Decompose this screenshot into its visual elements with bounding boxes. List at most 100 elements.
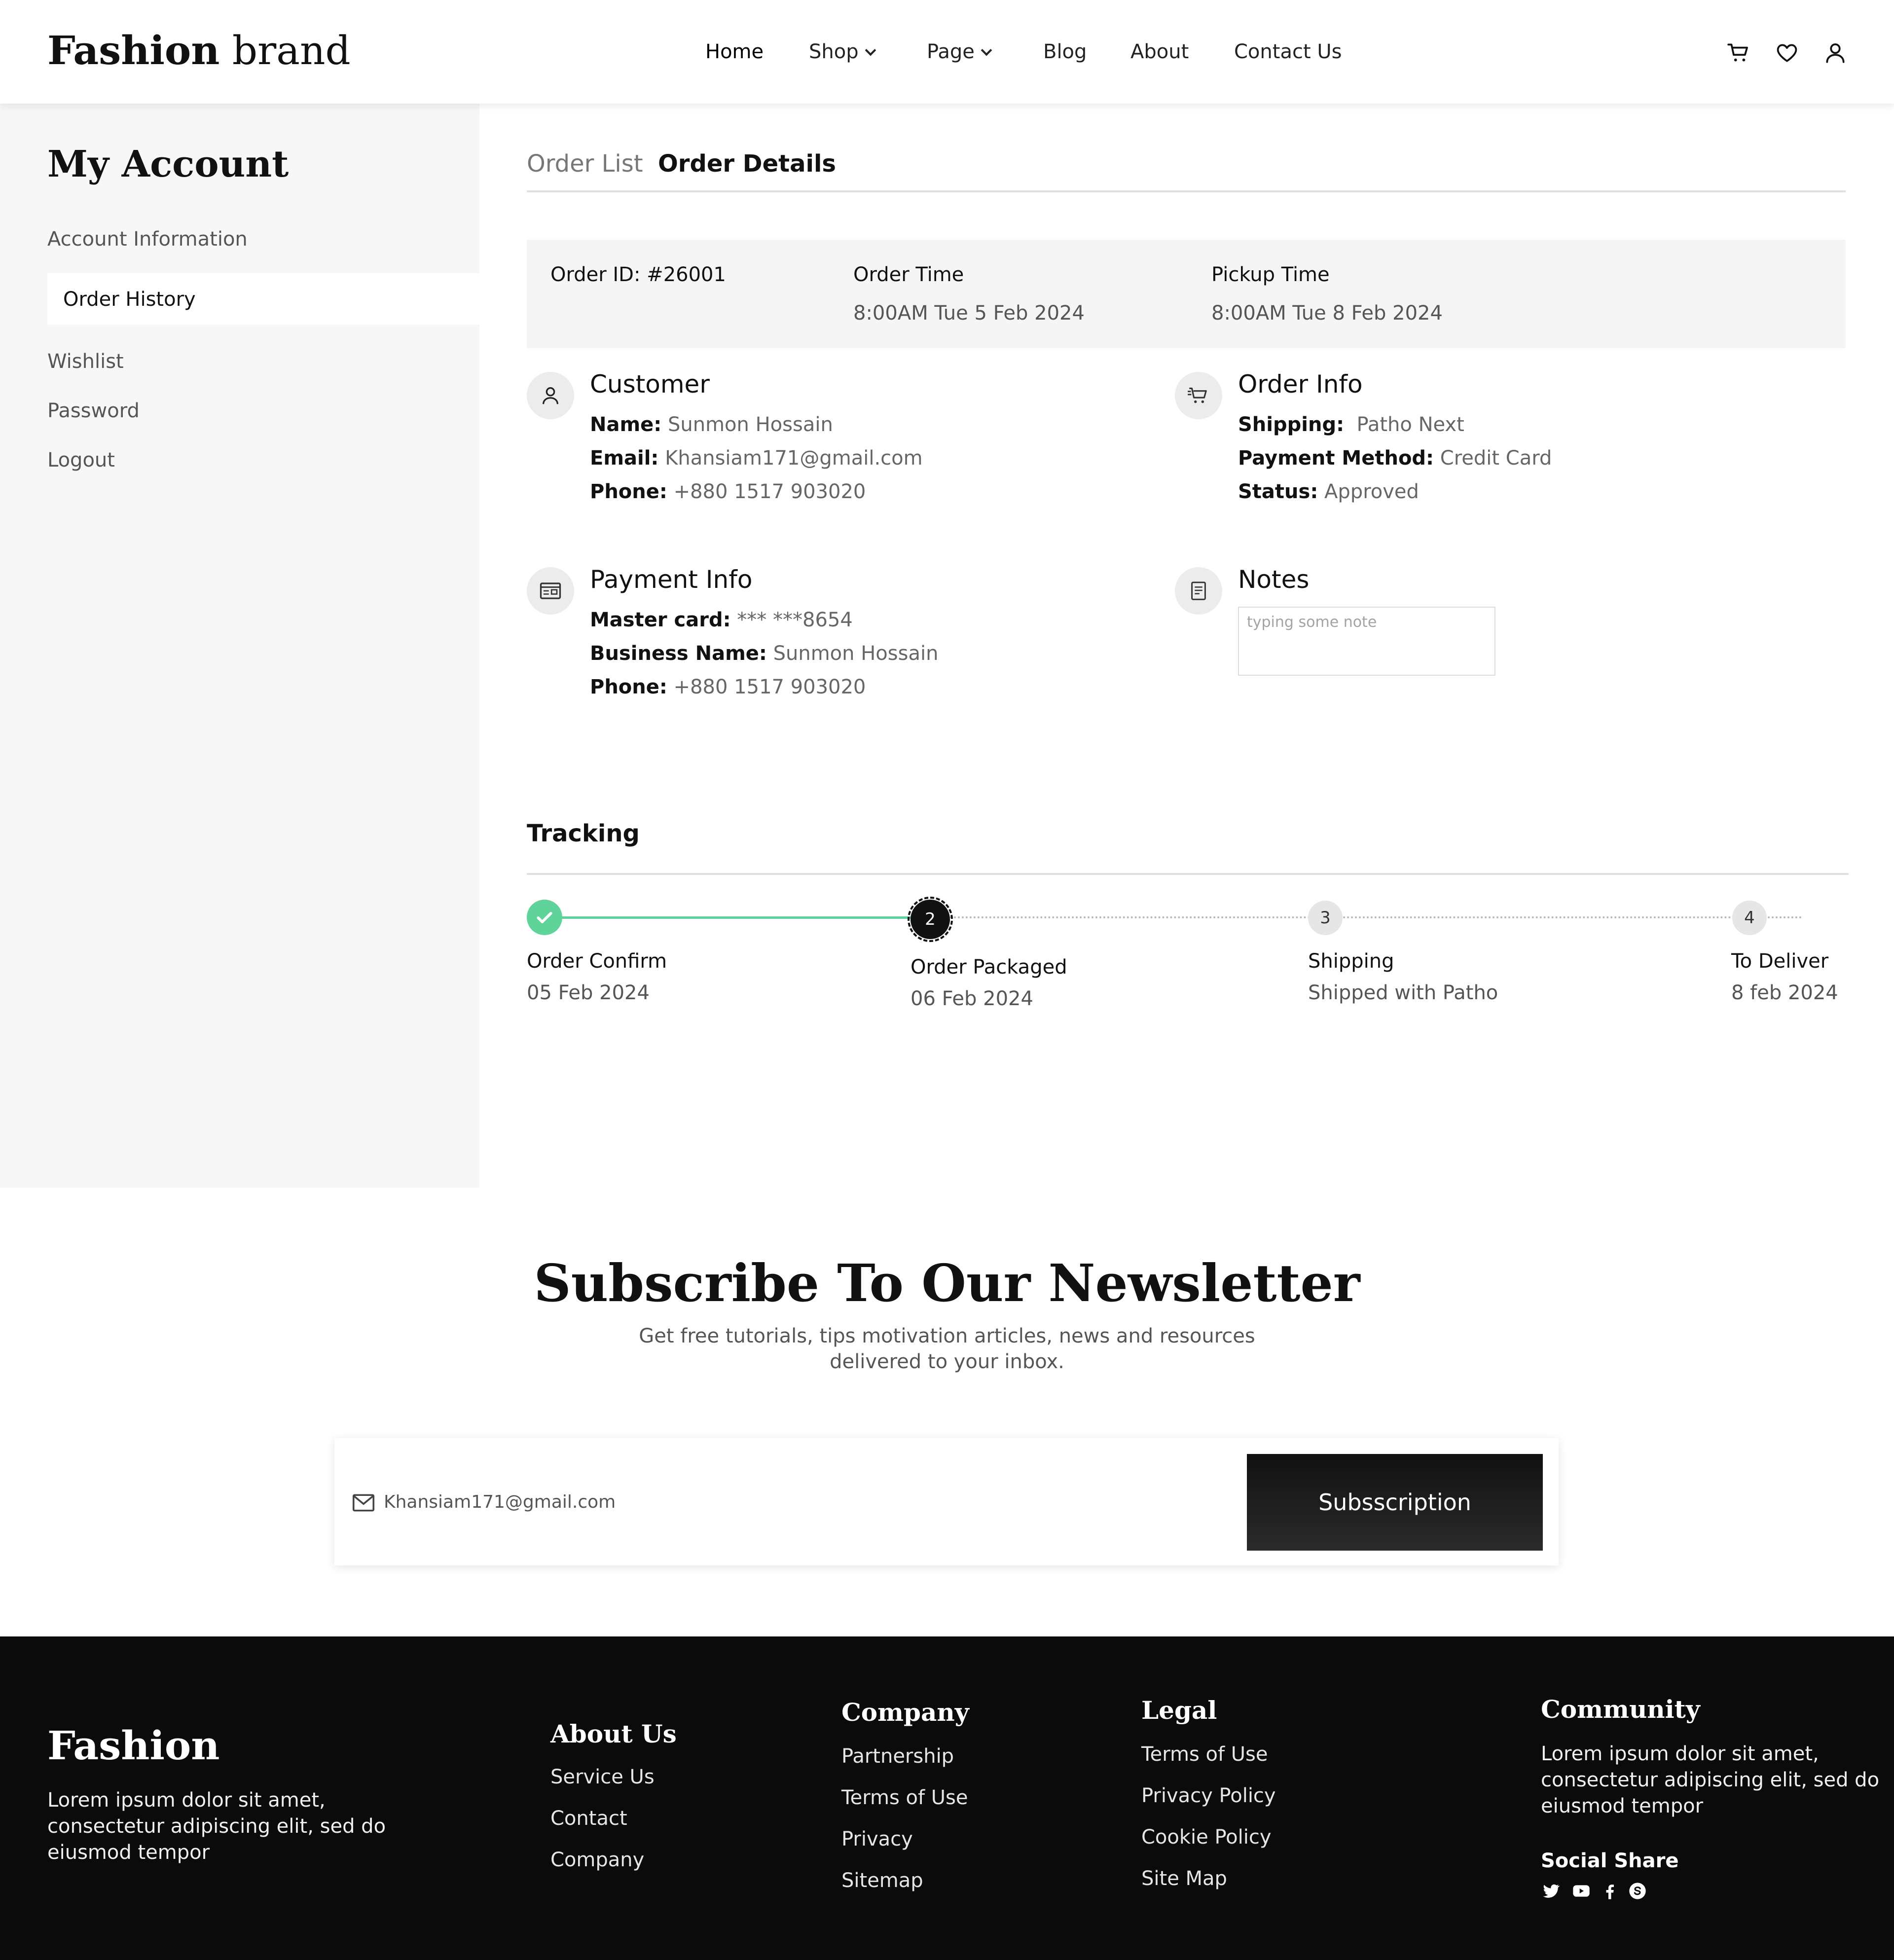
nav-page[interactable]: Page — [927, 40, 992, 63]
footer-link-cookie-policy[interactable]: Cookie Policy — [1141, 1826, 1272, 1849]
notes-title: Notes — [1238, 565, 1310, 594]
nav-blog[interactable]: Blog — [1043, 40, 1087, 63]
footer-logo: Fashion — [47, 1722, 220, 1769]
payment-phone-value: +880 1517 903020 — [673, 676, 866, 698]
site-header: Fashion brand Home Shop Page Blog About … — [0, 0, 1894, 104]
status-value: Approved — [1324, 480, 1419, 503]
business-name-value: Sunmon Hossain — [773, 642, 939, 665]
customer-email-label: Email: — [590, 447, 659, 470]
customer-email: Khansiam171@gmail.com — [665, 447, 923, 470]
footer-about-title: About Us — [550, 1719, 677, 1748]
footer-link-service-us[interactable]: Service Us — [550, 1766, 655, 1788]
step-3-label: Shipping — [1308, 950, 1394, 973]
step-4-date: 8 feb 2024 — [1731, 981, 1838, 1004]
brand-logo[interactable]: Fashion brand — [47, 27, 351, 73]
footer-brand-text-line: consectetur adipiscing elit, sed do — [47, 1815, 386, 1838]
shipping-label: Shipping: — [1238, 413, 1345, 436]
step-4-dot: 4 — [1732, 901, 1767, 935]
step-3-number: 3 — [1320, 908, 1331, 928]
tracking-divider — [527, 873, 1849, 875]
customer-icon — [527, 372, 574, 419]
step-2-date: 06 Feb 2024 — [911, 987, 1033, 1010]
nav-contact[interactable]: Contact Us — [1234, 40, 1342, 63]
tab-divider — [527, 190, 1846, 192]
customer-name-row: Name: Sunmon Hossain — [590, 413, 833, 436]
site-footer: Fashion Lorem ipsum dolor sit amet, cons… — [0, 1636, 1894, 1960]
payment-method-label: Payment Method: — [1238, 447, 1434, 470]
nav-about-label: About — [1130, 40, 1189, 63]
nav-home[interactable]: Home — [705, 40, 764, 63]
payment-phone-row: Phone: +880 1517 903020 — [590, 676, 866, 698]
step-4-number: 4 — [1744, 908, 1755, 928]
subscribe-button[interactable]: Subsscription — [1247, 1454, 1543, 1551]
chevron-down-icon — [981, 44, 992, 56]
newsletter-email-input[interactable] — [384, 1486, 1173, 1518]
step-4-label: To Deliver — [1731, 950, 1829, 973]
shipping-row: Shipping: Patho Next — [1238, 413, 1464, 436]
payment-method-value: Credit Card — [1440, 447, 1552, 470]
user-icon[interactable] — [1823, 40, 1848, 65]
order-info-title: Order Info — [1238, 370, 1363, 399]
nav-about[interactable]: About — [1130, 40, 1189, 63]
footer-brand-text-line: eiusmod tempor — [47, 1841, 210, 1864]
sidebar-item-password[interactable]: Password — [47, 399, 140, 422]
step-1-label: Order Confirm — [527, 950, 667, 973]
order-time-value: 8:00AM Tue 5 Feb 2024 — [853, 302, 1085, 325]
sidebar-item-account-information[interactable]: Account Information — [47, 228, 248, 251]
footer-community-text-line: consectetur adipiscing elit, sed do — [1541, 1769, 1880, 1791]
order-summary: Order ID: #26001 Order Time 8:00AM Tue 5… — [527, 240, 1846, 348]
footer-community-title: Community — [1541, 1695, 1700, 1724]
order-id: Order ID: #26001 — [550, 263, 726, 286]
step-2-label: Order Packaged — [911, 956, 1067, 979]
youtube-icon[interactable] — [1571, 1881, 1591, 1901]
account-sidebar: My Account Account Information Order His… — [0, 104, 479, 1188]
footer-link-site-map[interactable]: Site Map — [1141, 1867, 1227, 1890]
footer-link-privacy[interactable]: Privacy — [841, 1828, 913, 1851]
mail-icon — [352, 1494, 375, 1512]
sidebar-item-order-history[interactable]: Order History — [47, 273, 479, 325]
nav-shop-label: Shop — [809, 40, 859, 63]
twitter-icon[interactable] — [1541, 1881, 1561, 1901]
skype-icon[interactable] — [1628, 1881, 1647, 1901]
nav-shop[interactable]: Shop — [809, 40, 876, 63]
customer-name-label: Name: — [590, 413, 662, 436]
customer-name: Sunmon Hossain — [668, 413, 833, 436]
brand-name-light: brand — [232, 28, 351, 73]
pickup-time-label: Pickup Time — [1211, 263, 1330, 286]
footer-legal-title: Legal — [1141, 1696, 1217, 1725]
tracking-pending-line — [950, 916, 1802, 918]
heart-icon[interactable] — [1775, 40, 1799, 65]
step-3-sub: Shipped with Patho — [1308, 981, 1498, 1004]
notes-textarea[interactable] — [1238, 607, 1495, 676]
business-name-label: Business Name: — [590, 642, 767, 665]
status-row: Status: Approved — [1238, 480, 1419, 503]
facebook-icon[interactable] — [1600, 1881, 1620, 1901]
footer-link-company[interactable]: Company — [550, 1849, 644, 1871]
business-name-row: Business Name: Sunmon Hossain — [590, 642, 938, 665]
pickup-time-value: 8:00AM Tue 8 Feb 2024 — [1211, 302, 1443, 325]
footer-link-partnership[interactable]: Partnership — [841, 1745, 954, 1768]
check-icon — [527, 900, 562, 935]
sidebar-item-label: Order History — [63, 288, 196, 311]
newsletter-subtitle-line1: Get free tutorials, tips motivation arti… — [639, 1325, 1255, 1347]
status-label: Status: — [1238, 480, 1318, 503]
footer-link-terms-of-use[interactable]: Terms of Use — [1141, 1743, 1268, 1766]
footer-link-contact[interactable]: Contact — [550, 1807, 627, 1830]
chevron-down-icon — [865, 44, 876, 56]
footer-brand-text-line: Lorem ipsum dolor sit amet, — [47, 1789, 326, 1812]
footer-brand-text: Lorem ipsum dolor sit amet, consectetur … — [47, 1787, 386, 1866]
payment-method-row: Payment Method: Credit Card — [1238, 447, 1552, 470]
cart-icon[interactable] — [1726, 40, 1751, 65]
step-2-number: 2 — [925, 909, 936, 929]
footer-link-privacy-policy[interactable]: Privacy Policy — [1141, 1784, 1276, 1807]
footer-link-sitemap[interactable]: Sitemap — [841, 1869, 923, 1892]
sidebar-item-wishlist[interactable]: Wishlist — [47, 350, 124, 373]
master-card-row: Master card: *** ***8654 — [590, 609, 853, 631]
payment-phone-label: Phone: — [590, 676, 667, 698]
customer-title: Customer — [590, 370, 710, 399]
tab-order-details[interactable]: Order Details — [658, 150, 836, 178]
tab-order-list[interactable]: Order List — [527, 150, 643, 178]
step-3-dot: 3 — [1308, 901, 1343, 935]
sidebar-item-logout[interactable]: Logout — [47, 449, 115, 472]
footer-link-terms[interactable]: Terms of Use — [841, 1786, 968, 1809]
